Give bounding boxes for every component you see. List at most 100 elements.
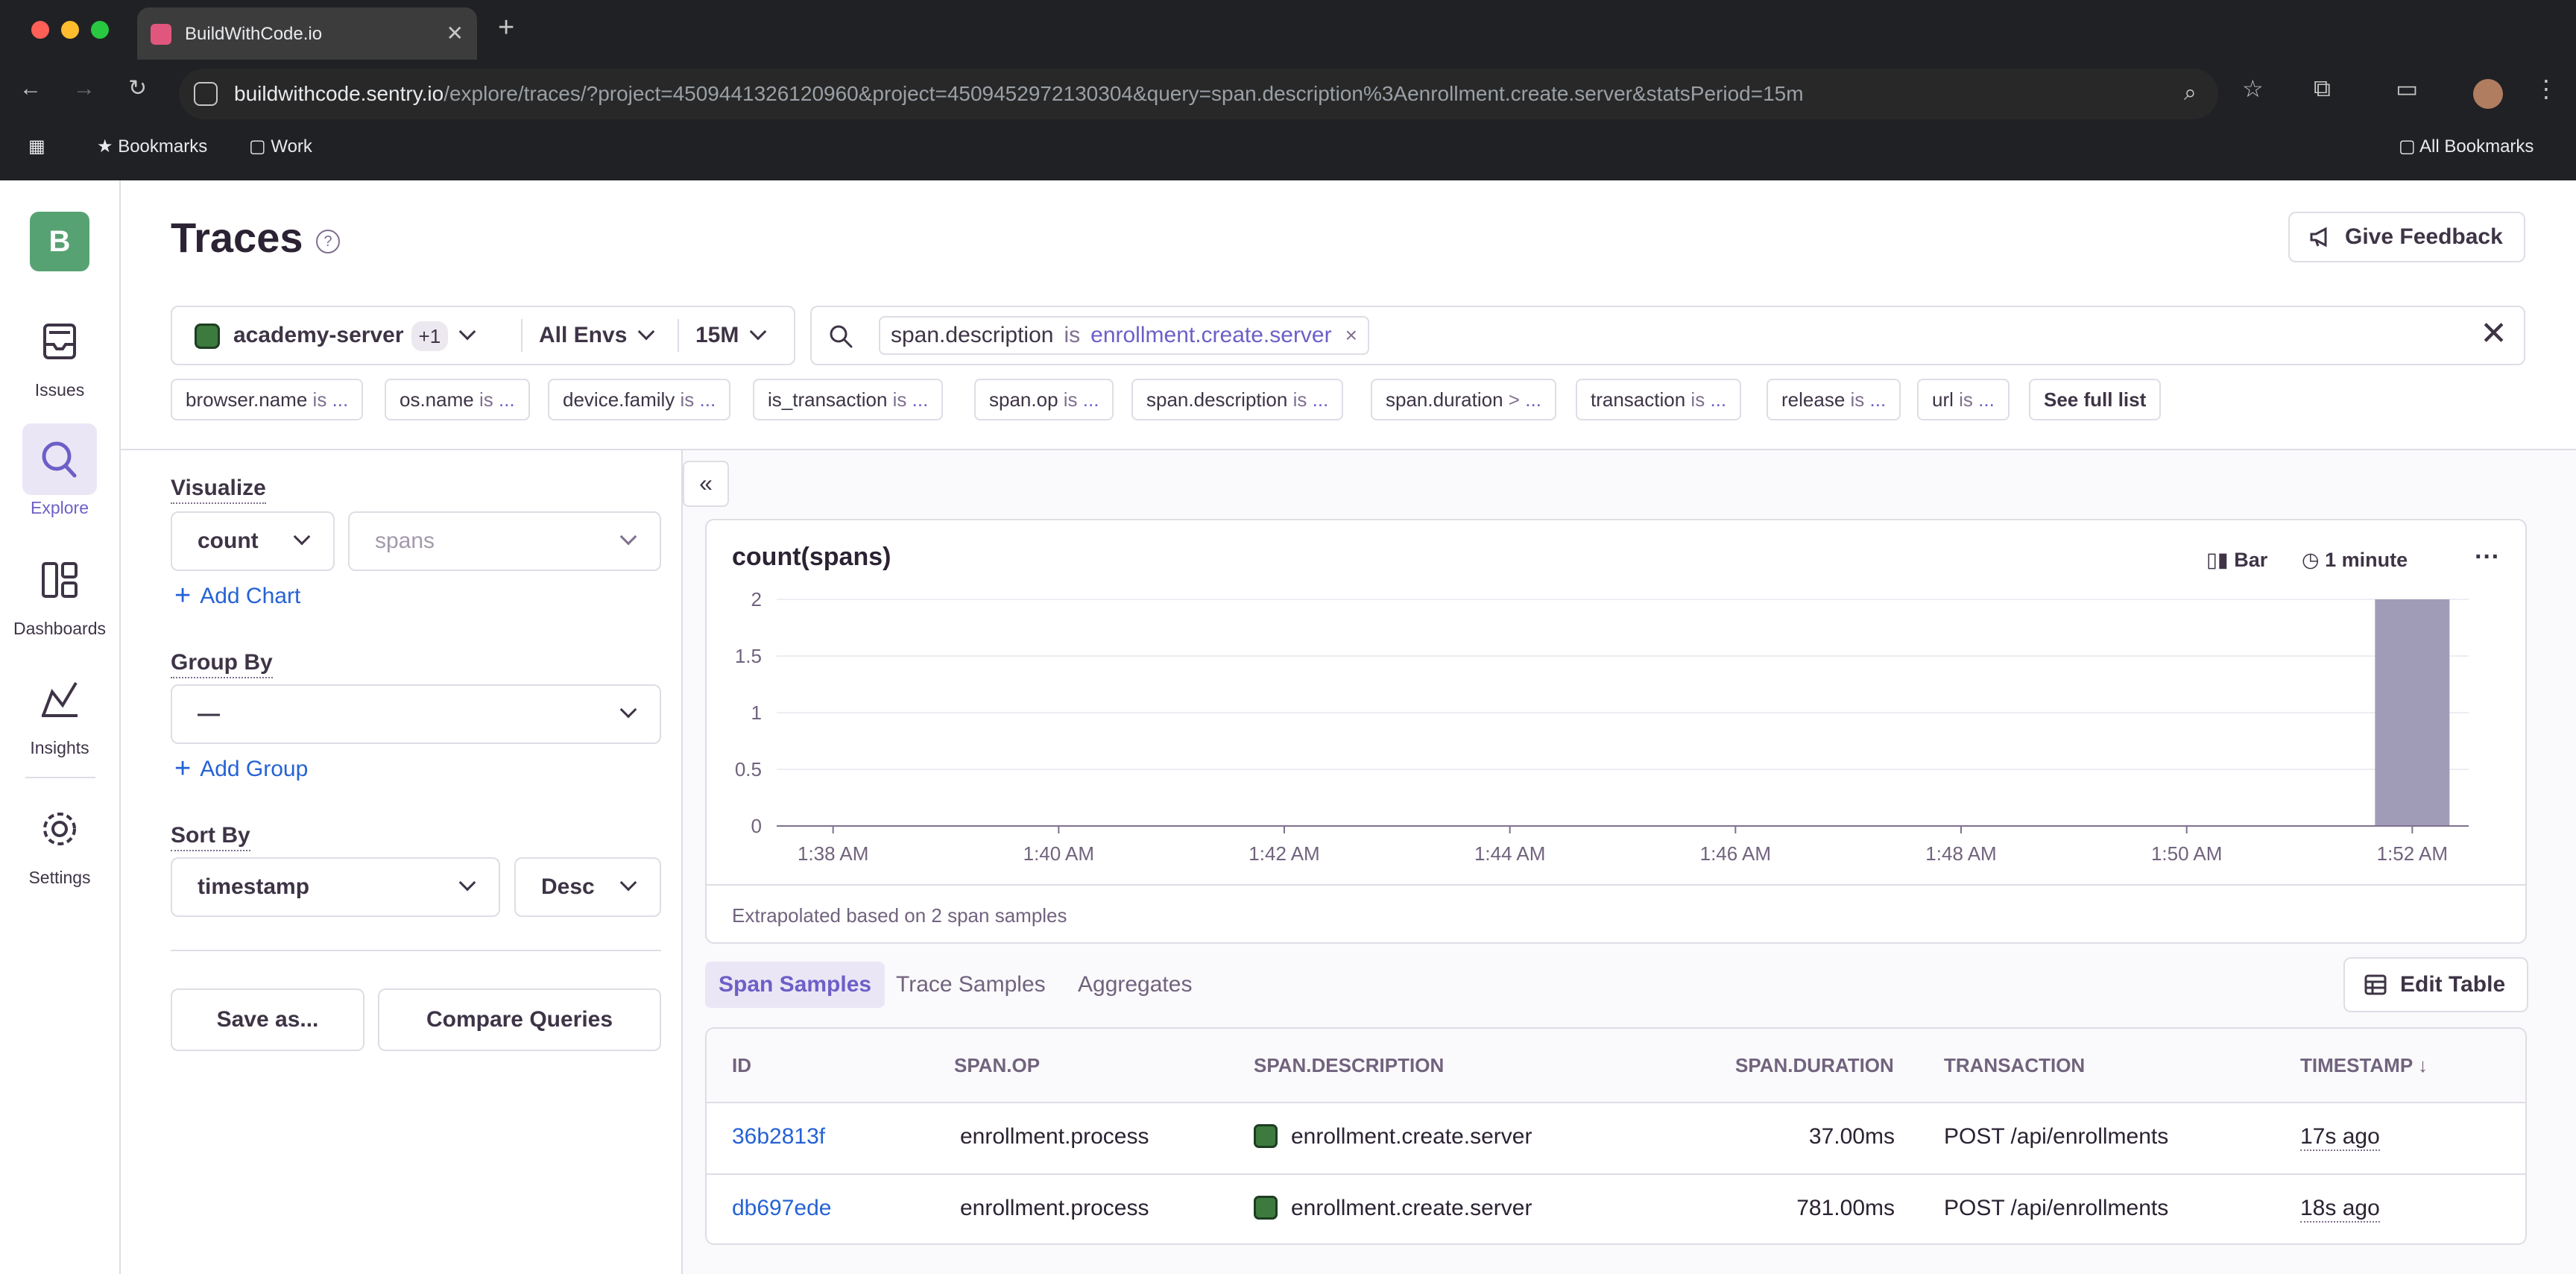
- chevron-down-icon: [619, 701, 637, 719]
- close-window-button[interactable]: [31, 21, 49, 39]
- tab-span-samples[interactable]: Span Samples: [705, 962, 886, 1008]
- zoom-icon[interactable]: ⌕: [2184, 81, 2197, 106]
- sort-order-select[interactable]: Desc: [514, 857, 661, 917]
- results-area: « count(spans) ▯▮ Bar ◷ 1 minute ··· 0 0.…: [681, 450, 2576, 1274]
- filter-suggestion-device-family[interactable]: device.family is ...: [548, 379, 731, 420]
- x-tick-label: 1:48 AM: [1925, 842, 1996, 865]
- collapse-sidebar-icon[interactable]: «: [683, 461, 729, 507]
- sidebar: B Issues Explore Dashboards Insights Set…: [0, 180, 121, 1274]
- span-id-link[interactable]: 36b2813f: [732, 1124, 825, 1150]
- gear-icon: [22, 793, 97, 865]
- site-settings-icon[interactable]: [194, 82, 218, 106]
- x-tick-label: 1:42 AM: [1248, 842, 1319, 865]
- chart-card: count(spans) ▯▮ Bar ◷ 1 minute ··· 0 0.5 1…: [705, 519, 2527, 944]
- url-text[interactable]: buildwithcode.sentry.io/explore/traces/?…: [234, 82, 1804, 106]
- give-feedback-button[interactable]: Give Feedback: [2288, 212, 2525, 262]
- y-tick-label: 0: [751, 815, 762, 837]
- tab-close-icon[interactable]: ✕: [446, 21, 464, 45]
- browser-menu-icon[interactable]: ⋮: [2534, 75, 2558, 103]
- sidebar-item-dashboards[interactable]: Dashboards: [0, 544, 119, 639]
- chart-interval-button[interactable]: ◷ 1 minute: [2302, 549, 2408, 572]
- y-tick-label: 1: [751, 701, 762, 724]
- table-row: db697ede enrollment.process enrollment.c…: [707, 1173, 2525, 1243]
- chevron-down-icon: [638, 323, 655, 341]
- filter-suggestion-span-op[interactable]: span.op is ...: [974, 379, 1114, 420]
- column-header-span-op[interactable]: SPAN.OP: [954, 1054, 1040, 1077]
- filter-suggestion-transaction[interactable]: transaction is ...: [1576, 379, 1742, 420]
- panel-divider: [171, 950, 661, 951]
- bookmark-item-bookmarks[interactable]: ★ Bookmarks: [97, 136, 207, 157]
- compare-queries-button[interactable]: Compare Queries: [378, 988, 661, 1051]
- maximize-window-button[interactable]: [91, 21, 109, 39]
- reload-icon[interactable]: ↻: [128, 78, 147, 100]
- chart-type-button[interactable]: ▯▮ Bar: [2206, 549, 2267, 572]
- filter-suggestion-span-description[interactable]: span.description is ...: [1131, 379, 1344, 420]
- transaction-cell: POST /api/enrollments: [1944, 1124, 2169, 1149]
- x-tick-label: 1:44 AM: [1474, 842, 1545, 865]
- span-samples-table: ID SPAN.OP SPAN.DESCRIPTION SPAN.DURATIO…: [705, 1027, 2527, 1245]
- y-tick-label: 0.5: [735, 758, 762, 781]
- org-avatar[interactable]: B: [30, 212, 89, 271]
- aggregate-select[interactable]: count: [171, 511, 335, 571]
- filter-suggestion-span-duration[interactable]: span.duration > ...: [1371, 379, 1556, 420]
- sidebar-item-settings[interactable]: Settings: [0, 793, 119, 888]
- add-group-button[interactable]: + Add Group: [174, 753, 308, 785]
- back-arrow-icon[interactable]: ←: [19, 78, 42, 100]
- span-id-link[interactable]: db697ede: [732, 1196, 831, 1221]
- time-range-selector[interactable]: 15M: [695, 307, 767, 364]
- group-by-select[interactable]: —: [171, 684, 661, 744]
- column-header-transaction[interactable]: TRANSACTION: [1944, 1054, 2085, 1077]
- project-selector[interactable]: academy-server +1: [195, 307, 476, 364]
- minimize-window-button[interactable]: [61, 21, 79, 39]
- clear-search-icon[interactable]: ✕: [2480, 318, 2507, 350]
- tab-aggregates[interactable]: Aggregates: [1064, 962, 1205, 1008]
- see-full-list-button[interactable]: See full list: [2029, 379, 2162, 420]
- sort-arrow-icon: ↓: [2417, 1054, 2428, 1076]
- filter-suggestion-os-name[interactable]: os.name is ...: [385, 379, 530, 420]
- column-header-span-description[interactable]: SPAN.DESCRIPTION: [1254, 1054, 1444, 1077]
- chart-more-icon[interactable]: ···: [2475, 543, 2500, 572]
- project-icon: [1254, 1196, 1278, 1220]
- search-input[interactable]: span.description is enrollment.create.serv…: [810, 306, 2525, 365]
- browser-tab[interactable]: BuildWithCode.io ✕: [137, 7, 477, 60]
- column-header-id[interactable]: ID: [732, 1054, 751, 1077]
- sidebar-item-label: Settings: [28, 868, 91, 887]
- tab-trace-samples[interactable]: Trace Samples: [883, 962, 1059, 1008]
- extensions-icon[interactable]: ⧉: [2314, 75, 2331, 103]
- sort-field-select[interactable]: timestamp: [171, 857, 500, 917]
- filter-suggestion-url[interactable]: url is ...: [1917, 379, 2010, 420]
- address-bar[interactable]: buildwithcode.sentry.io/explore/traces/?…: [179, 69, 2218, 119]
- filter-suggestion-is-transaction[interactable]: is_transaction is ...: [753, 379, 944, 420]
- bookmark-star-icon[interactable]: ☆: [2242, 75, 2264, 103]
- sidebar-item-issues[interactable]: Issues: [0, 306, 119, 400]
- all-bookmarks[interactable]: ▢ All Bookmarks: [2399, 136, 2534, 157]
- field-select[interactable]: spans: [348, 511, 661, 571]
- apps-grid-icon[interactable]: ▦: [28, 136, 45, 157]
- column-header-span-duration[interactable]: SPAN.DURATION: [1735, 1054, 1894, 1077]
- bookmark-item-work[interactable]: ▢ Work: [249, 136, 312, 157]
- timestamp-cell: 18s ago: [2300, 1196, 2380, 1223]
- remove-filter-icon[interactable]: ×: [1345, 324, 1357, 347]
- help-icon[interactable]: ?: [316, 230, 340, 253]
- sentry-app: B Issues Explore Dashboards Insights Set…: [0, 180, 2576, 1274]
- save-as-button[interactable]: Save as...: [171, 988, 364, 1051]
- span-duration-cell: 37.00ms: [1808, 1124, 1895, 1149]
- sidebar-item-insights[interactable]: Insights: [0, 663, 119, 758]
- add-chart-button[interactable]: + Add Chart: [174, 580, 300, 612]
- search-filter-token[interactable]: span.description is enrollment.create.serv…: [879, 316, 1369, 355]
- project-icon: [195, 324, 220, 350]
- forward-arrow-icon[interactable]: →: [73, 78, 95, 100]
- x-tick-label: 1:38 AM: [798, 842, 868, 865]
- chevron-down-icon: [750, 323, 767, 341]
- column-header-timestamp[interactable]: TIMESTAMP ↓: [2300, 1054, 2428, 1077]
- filter-suggestion-release[interactable]: release is ...: [1767, 379, 1901, 420]
- environment-selector[interactable]: All Envs: [539, 307, 655, 364]
- edit-table-button[interactable]: Edit Table: [2343, 957, 2528, 1012]
- project-count-badge: +1: [411, 321, 449, 352]
- new-tab-icon[interactable]: +: [498, 13, 514, 42]
- profile-avatar[interactable]: [2473, 79, 2503, 109]
- sidebar-item-explore[interactable]: Explore: [0, 423, 119, 518]
- reading-mode-icon[interactable]: ▭: [2396, 75, 2418, 103]
- filter-suggestion-browser-name[interactable]: browser.name is ...: [171, 379, 364, 420]
- sidebar-divider: [25, 777, 95, 778]
